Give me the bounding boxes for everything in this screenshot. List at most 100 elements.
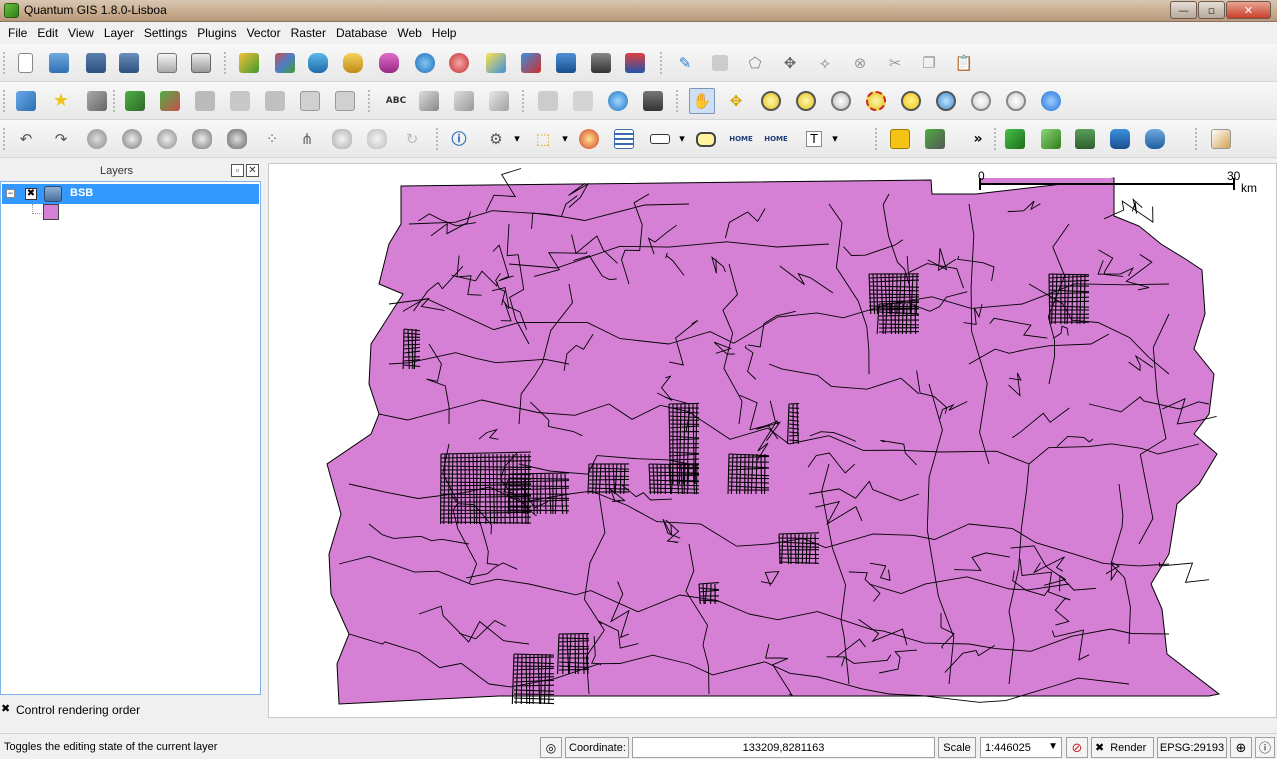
add-wcs-layer-button[interactable] (446, 50, 472, 76)
toolbar-grip[interactable] (113, 90, 117, 112)
node-tool-button[interactable]: ⟡ (812, 50, 838, 76)
offset-curve-button[interactable] (297, 88, 323, 114)
refresh-button[interactable] (1038, 88, 1064, 114)
grass-tools-button[interactable] (640, 88, 666, 114)
copy-features-button[interactable]: ❐ (916, 50, 942, 76)
fill-ring-button[interactable] (157, 88, 183, 114)
save-project-button[interactable] (83, 50, 109, 76)
run-action-dropdown[interactable]: ▾ (504, 126, 530, 152)
zoom-to-layer-button[interactable] (933, 88, 959, 114)
menu-plugins[interactable]: Plugins (192, 26, 241, 40)
messages-button[interactable]: ⓘ (1255, 737, 1275, 758)
zoom-in-button[interactable] (758, 88, 784, 114)
split-features-button[interactable] (332, 88, 358, 114)
show-bookmarks-button[interactable]: HOME (763, 126, 789, 152)
split-parts-button[interactable]: ⋔ (294, 126, 320, 152)
add-delimited-text-button[interactable] (588, 50, 614, 76)
cut-features-button[interactable]: ✂ (882, 50, 908, 76)
measure-dropdown[interactable]: ▾ (669, 126, 695, 152)
toolbar-grip[interactable] (368, 90, 372, 112)
new-bookmark-button[interactable]: ★ (48, 88, 74, 114)
layer-item-bsb[interactable]: − ✖ BSB (2, 184, 259, 204)
menu-help[interactable]: Help (427, 26, 462, 40)
toolbar-grip[interactable] (3, 90, 7, 112)
maximize-button[interactable]: ▫ (1198, 1, 1225, 19)
heatmap-button[interactable] (1038, 126, 1064, 152)
georeferencer-button[interactable] (1072, 126, 1098, 152)
topology-checker-button[interactable] (1002, 126, 1028, 152)
add-wfs-layer-button[interactable] (553, 50, 579, 76)
rendering-order-checkbox[interactable]: ✖ (1, 704, 11, 715)
menu-raster[interactable]: Raster (286, 26, 331, 40)
crs-label[interactable]: EPSG:29193 (1157, 737, 1227, 758)
toolbar-grip[interactable] (660, 52, 664, 74)
zoom-next-button[interactable] (1003, 88, 1029, 114)
float-panel-button[interactable]: ▫ (231, 164, 244, 177)
remove-layer-button[interactable] (518, 50, 544, 76)
new-project-button[interactable] (12, 50, 38, 76)
chevron-down-icon[interactable]: ▼ (1048, 741, 1058, 752)
menu-layer[interactable]: Layer (99, 26, 139, 40)
map-tips-button[interactable] (693, 126, 719, 152)
toolbar-grip[interactable] (436, 128, 440, 150)
delete-selected-button[interactable]: ⊗ (847, 50, 873, 76)
save-as-image-button[interactable] (1208, 126, 1234, 152)
zoom-to-selection-button[interactable] (898, 88, 924, 114)
menu-edit[interactable]: Edit (32, 26, 63, 40)
layer-symbol-swatch[interactable] (43, 204, 59, 220)
undo-button[interactable]: ↶ (13, 126, 39, 152)
new-bookmark-home-button[interactable]: HOME (728, 126, 754, 152)
menu-view[interactable]: View (63, 26, 99, 40)
close-panel-button[interactable]: ✕ (246, 164, 259, 177)
merge-attributes-button[interactable] (329, 126, 355, 152)
zoom-actual-size-button[interactable] (828, 88, 854, 114)
map-canvas[interactable]: 0 30 km (268, 163, 1277, 718)
save-edits-button[interactable] (707, 50, 733, 76)
layer-labeling-button[interactable]: ABC (383, 88, 409, 114)
delete-part-button[interactable] (227, 88, 253, 114)
paste-features-button[interactable]: 📋 (951, 50, 977, 76)
zoom-last-button[interactable] (968, 88, 994, 114)
menu-settings[interactable]: Settings (139, 26, 192, 40)
toolbar-overflow-button[interactable]: » (965, 126, 991, 152)
add-mssql-layer-button[interactable] (376, 50, 402, 76)
map-svg[interactable]: 0 30 km (269, 164, 1277, 718)
study-area-polygon[interactable] (326, 177, 1221, 705)
close-button[interactable]: ✕ (1226, 1, 1271, 19)
toggle-extents-button[interactable]: ◎ (540, 737, 562, 758)
spatial-query-button[interactable] (1142, 126, 1168, 152)
menu-database[interactable]: Database (331, 26, 392, 40)
toolbar-grip[interactable] (994, 128, 998, 150)
delete-ring-button[interactable] (192, 88, 218, 114)
coordinate-capture-button[interactable] (887, 126, 913, 152)
add-spatialite-layer-button[interactable] (340, 50, 366, 76)
annotation-dropdown[interactable]: ▾ (822, 126, 848, 152)
open-attribute-table-button[interactable] (611, 126, 637, 152)
add-postgis-layer-button[interactable] (305, 50, 331, 76)
save-project-as-button[interactable] (116, 50, 142, 76)
move-label-button[interactable] (486, 88, 512, 114)
scale-combobox[interactable]: 1:446025 ▼ (980, 737, 1062, 758)
new-shapefile-button[interactable] (483, 50, 509, 76)
rotate-label-button[interactable] (535, 88, 561, 114)
toggle-editing-button[interactable]: ✎ (672, 50, 698, 76)
toolbar-grip[interactable] (224, 52, 228, 74)
redo-button[interactable]: ↷ (48, 126, 74, 152)
toolbar-grip[interactable] (3, 52, 7, 74)
menu-vector[interactable]: Vector (242, 26, 286, 40)
add-feature-button[interactable]: ⬠ (742, 50, 768, 76)
change-label-button[interactable] (570, 88, 596, 114)
pin-labels-button[interactable] (416, 88, 442, 114)
show-hide-labels-button[interactable] (451, 88, 477, 114)
select-features-dropdown[interactable]: ▾ (552, 126, 578, 152)
road-graph-button[interactable] (1107, 126, 1133, 152)
menu-file[interactable]: File (3, 26, 32, 40)
toolbar-grip[interactable] (522, 90, 526, 112)
deselect-all-button[interactable] (576, 126, 602, 152)
toolbar-grip[interactable] (1195, 128, 1199, 150)
gps-plugin-button[interactable] (922, 126, 948, 152)
layer-visibility-checkbox[interactable]: ✖ (25, 188, 37, 200)
simplify-button[interactable] (119, 126, 145, 152)
identify-features-button[interactable]: ⓘ (446, 126, 472, 152)
composer-manager-button[interactable] (188, 50, 214, 76)
